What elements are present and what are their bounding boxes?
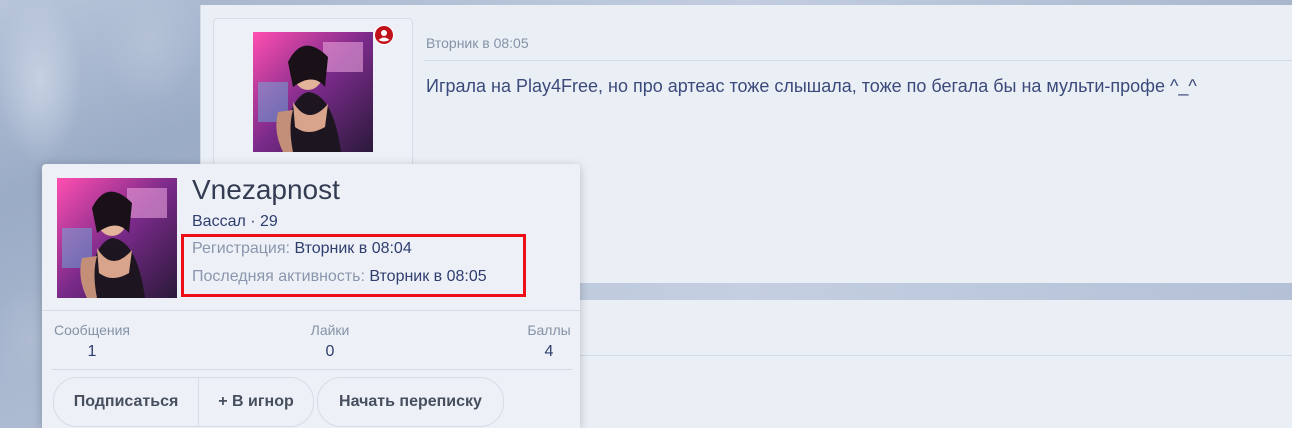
divider <box>52 369 572 370</box>
member-tooltip: Vnezapnost Вассал · 29 Регистрация: Втор… <box>42 164 580 428</box>
avatar[interactable] <box>253 32 373 152</box>
stat-likes-label: Лайки <box>310 322 350 338</box>
stat-points-label: Баллы <box>527 322 571 338</box>
start-conversation-button[interactable]: Начать переписку <box>317 377 504 427</box>
ignore-button[interactable]: + В игнор <box>199 378 313 426</box>
online-badge <box>374 25 394 45</box>
stat-points-value[interactable]: 4 <box>509 343 589 361</box>
member-username[interactable]: Vnezapnost <box>192 174 340 206</box>
post-date[interactable]: Вторник в 08:05 <box>426 35 529 51</box>
member-title: Вассал · 29 <box>192 213 278 230</box>
divider <box>42 310 580 311</box>
member-avatar[interactable] <box>57 178 177 298</box>
divider <box>424 60 1292 61</box>
post-body: Играла на Play4Free, но про артеас тоже … <box>426 76 1197 96</box>
stat-messages-value[interactable]: 1 <box>52 343 132 361</box>
user-circle-icon <box>375 26 393 44</box>
stat-likes-value: 0 <box>325 343 335 360</box>
follow-button[interactable]: Подписаться <box>54 378 198 426</box>
post-user-cell <box>213 18 413 170</box>
follow-ignore-group: Подписаться + В игнор <box>53 377 314 427</box>
stat-messages-label: Сообщения <box>54 322 130 338</box>
highlight-annotation <box>181 234 526 297</box>
